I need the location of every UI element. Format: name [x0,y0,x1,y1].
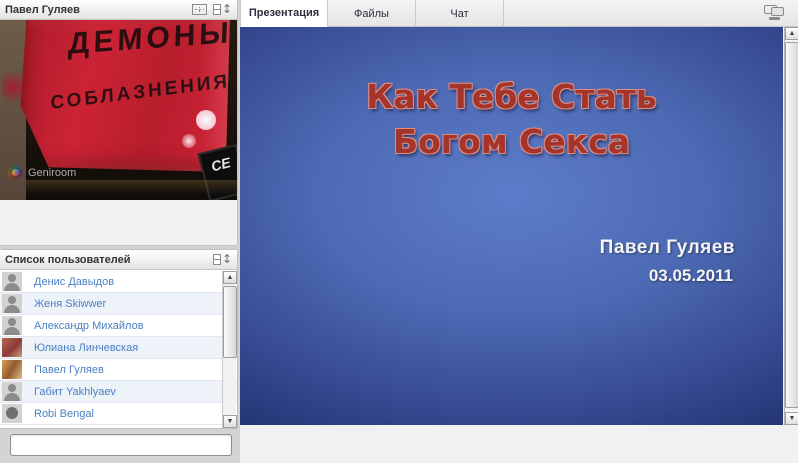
user-list: Денис Давыдов Женя Skiwwer Александр Мих… [0,271,237,428]
desk-edge [26,180,237,194]
message-input[interactable] [10,434,232,456]
user-row[interactable]: Юлиана Линчевская [0,337,237,359]
tab-files[interactable]: Файлы [328,0,416,27]
banner-highlight [196,110,216,130]
user-name[interactable]: Женя Skiwwer [34,298,106,310]
user-row[interactable]: Павел Гуляев [0,359,237,381]
tab-chat[interactable]: Чат [416,0,504,27]
panel-collapse-icon[interactable]: ↕ [213,4,232,15]
video-feed: ДЕМОНЫ СОБЛАЗНЕНИЯ СЕ Geniroom [0,20,237,200]
user-avatar-icon [2,404,22,423]
user-row[interactable]: Денис Давыдов [0,271,237,293]
user-name[interactable]: Денис Давыдов [34,276,114,288]
presentation-slide: Как Тебе Стать Богом Секса Павел Гуляев … [240,27,783,425]
fullscreen-icon[interactable] [192,4,207,15]
user-name[interactable]: Юлиана Линчевская [34,342,138,354]
geniroom-logo-icon [8,165,23,180]
user-row[interactable]: Robi Bengal [0,403,237,425]
user-list-panel: Список пользователей ↕ Денис Давыдов Жен… [0,250,237,428]
slide-credit: Павел Гуляев 03.05.2011 [600,237,735,286]
slide-title-line1: Как Тебе Стать [240,75,783,120]
video-panel: Павел Гуляев ↕ ДЕМОНЫ СОБЛАЗНЕНИЯ СЕ Gen… [0,0,237,245]
user-avatar-icon [2,294,22,313]
user-list-header: Список пользователей ↕ [0,250,237,270]
panel-box-icon [213,4,221,15]
user-name[interactable]: Павел Гуляев [34,364,104,376]
user-list-scrollbar[interactable]: ▲ ▼ [222,271,236,428]
user-name[interactable]: Robi Bengal [34,408,94,420]
video-panel-header: Павел Гуляев ↕ [0,0,237,20]
scroll-up-icon[interactable]: ▲ [785,27,798,40]
wall-decoration [2,65,24,109]
banner-text-line2: СОБЛАЗНЕНИЯ [50,71,230,115]
scroll-thumb[interactable] [223,286,237,358]
user-avatar-icon [2,382,22,401]
scroll-down-icon[interactable]: ▼ [223,415,237,428]
user-list-title: Список пользователей [5,254,213,266]
user-row[interactable]: Женя Skiwwer [0,293,237,315]
user-avatar-photo [2,338,22,357]
presentation-area: Как Тебе Стать Богом Секса Павел Гуляев … [240,27,798,425]
user-avatar-icon [2,316,22,335]
content-area: Презентация Файлы Чат Как Тебе Стать Бог… [240,0,798,463]
resize-vertical-icon: ↕ [222,4,232,15]
tab-bar: Презентация Файлы Чат [240,0,798,27]
user-row[interactable]: Александр Михайлов [0,315,237,337]
slide-date: 03.05.2011 [600,266,733,286]
geniroom-watermark: Geniroom [8,165,76,180]
banner-highlight [182,134,196,148]
panel-collapse-icon[interactable]: ↕ [213,254,232,265]
resize-vertical-icon: ↕ [222,254,232,265]
scroll-thumb[interactable] [785,42,798,408]
user-avatar-photo [2,360,22,379]
slide-author: Павел Гуляев [600,237,735,259]
watermark-text: Geniroom [28,167,76,179]
panel-box-icon [213,254,221,265]
user-avatar-icon [2,272,22,291]
scroll-down-icon[interactable]: ▼ [785,412,798,425]
user-name[interactable]: Александр Михайлов [34,320,144,332]
slide-title-line2: Богом Секса [240,120,783,165]
scroll-up-icon[interactable]: ▲ [223,271,237,284]
tab-presentation[interactable]: Презентация [240,0,328,27]
slide-title: Как Тебе Стать Богом Секса [240,75,783,164]
presentation-footer-area [240,425,798,463]
video-panel-title: Павел Гуляев [5,4,192,16]
presentation-scrollbar[interactable]: ▲ ▼ [784,27,798,425]
layout-screens-icon[interactable] [764,5,786,20]
user-name[interactable]: Габит Yakhlyaev [34,386,116,398]
red-banner: ДЕМОНЫ СОБЛАЗНЕНИЯ [14,20,230,172]
user-row[interactable]: Габит Yakhlyaev [0,381,237,403]
banner-text-line1: ДЕМОНЫ [68,20,234,62]
